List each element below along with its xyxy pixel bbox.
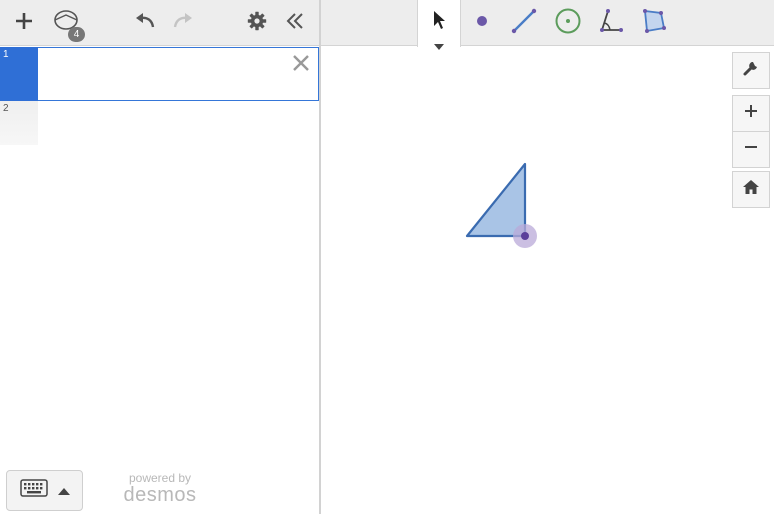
polygon-tool-button[interactable]: [637, 6, 671, 40]
undo-icon: [133, 11, 157, 36]
home-icon: [742, 179, 760, 200]
close-icon: [292, 54, 310, 77]
settings-button[interactable]: [240, 6, 274, 40]
desmos-geometry-app: 4 1 2 powered by desmos: [0, 0, 774, 514]
row-gutter: 2: [0, 101, 38, 145]
row-number: 1: [3, 49, 9, 60]
gear-icon: [247, 11, 267, 36]
undo-button[interactable]: [128, 6, 162, 40]
point-icon: [475, 14, 489, 33]
collapse-icon: [285, 11, 305, 36]
expression-input[interactable]: [45, 62, 275, 86]
expression-row[interactable]: 1: [0, 47, 319, 101]
cursor-arrow-icon: [432, 10, 446, 35]
zoom-out-button[interactable]: [732, 131, 770, 168]
row-number: 2: [3, 103, 9, 114]
object-count-badge: 4: [68, 27, 85, 42]
keyboard-icon: [19, 479, 48, 502]
selected-point[interactable]: [521, 232, 529, 240]
segment-tool-button[interactable]: [507, 6, 541, 40]
redo-icon: [171, 11, 195, 36]
row-gutter: 1: [0, 47, 38, 101]
geometry-toolbar: [321, 0, 774, 50]
expression-toolbar: 4: [0, 0, 319, 46]
redo-button[interactable]: [166, 6, 200, 40]
powered-by-text: powered by: [128, 471, 192, 485]
add-item-button[interactable]: [7, 6, 41, 40]
graph-settings-button[interactable]: [732, 52, 770, 89]
caret-up-icon: [57, 482, 70, 500]
angle-tool-button[interactable]: [593, 6, 627, 40]
wrench-icon: [742, 59, 760, 82]
graph-svg: [465, 162, 537, 248]
expression-list: 1 2: [0, 47, 319, 145]
default-zoom-button[interactable]: [732, 171, 770, 208]
angle-icon: [596, 8, 624, 39]
zoom-in-button[interactable]: [732, 95, 770, 132]
polygon-icon: [641, 8, 667, 39]
select-tool-button[interactable]: [417, 0, 461, 50]
triangle-polygon[interactable]: [465, 162, 527, 238]
desmos-logo-text: desmos: [123, 484, 197, 506]
zoom-out-icon: [743, 139, 759, 160]
expression-input[interactable]: [44, 111, 274, 135]
keypad-toggle-button[interactable]: [6, 470, 83, 511]
collapse-list-button[interactable]: [278, 6, 312, 40]
plus-icon: [14, 11, 34, 36]
powered-by-desmos[interactable]: powered by desmos: [118, 472, 202, 506]
segment-icon: [511, 8, 537, 39]
circle-tool-button[interactable]: [551, 6, 585, 40]
circle-icon: [554, 7, 582, 40]
delete-expression-button[interactable]: [290, 54, 312, 76]
expression-row[interactable]: 2: [0, 101, 319, 145]
graph-canvas[interactable]: [321, 47, 774, 514]
zoom-in-icon: [743, 103, 759, 124]
point-tool-button[interactable]: [465, 6, 499, 40]
